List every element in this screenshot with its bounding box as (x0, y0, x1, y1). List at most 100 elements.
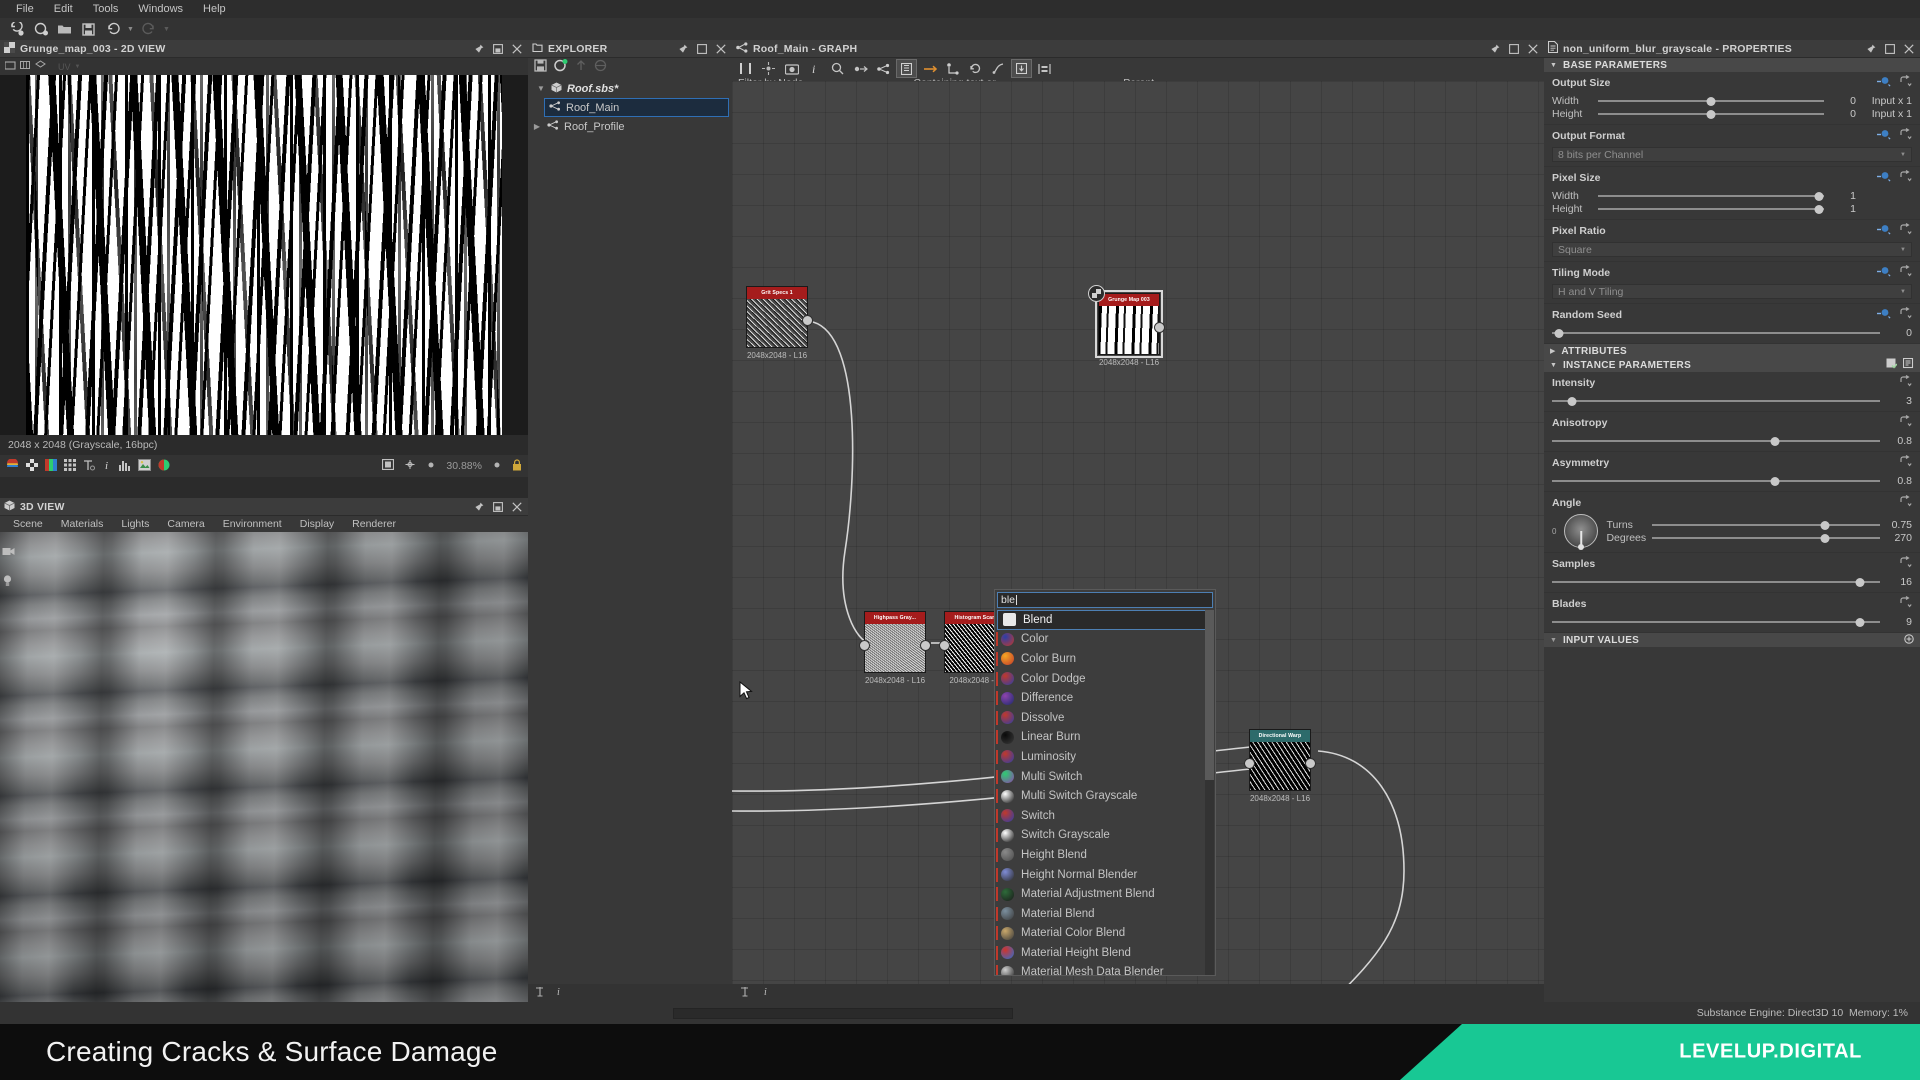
angle-dial[interactable] (1564, 514, 1598, 548)
node-input-port[interactable] (859, 640, 870, 651)
node-output-port[interactable] (920, 640, 931, 651)
frame-all-icon[interactable] (735, 59, 756, 78)
autocomplete-item[interactable]: Switch Grayscale (995, 826, 1215, 846)
fit-icon[interactable] (382, 459, 394, 473)
output-node-icon[interactable] (1011, 59, 1032, 78)
parameter-slider-row[interactable]: Turns0.75 (1606, 518, 1912, 531)
autocomplete-item[interactable]: Material Color Blend (995, 924, 1215, 944)
slider-knob[interactable] (1707, 110, 1716, 119)
directional-warp-node[interactable]: Directional Warp2048x2048 - L16 (1249, 729, 1311, 803)
2d-channel-caret-icon[interactable]: ▼ (75, 64, 81, 70)
parameter-slider-row[interactable]: 9 (1552, 615, 1912, 628)
autocomplete-item-selected[interactable]: Blend (997, 610, 1213, 630)
align-icon[interactable] (1034, 59, 1055, 78)
parameter-value[interactable]: 1 (1830, 190, 1856, 202)
info-icon[interactable]: i (804, 59, 825, 78)
redo-dropdown-caret-icon[interactable]: ▼ (162, 20, 171, 39)
curve-icon[interactable] (988, 59, 1009, 78)
2d-nav-icon[interactable] (5, 60, 16, 73)
parameter-combo[interactable]: 8 bits per Channel▼ (1552, 147, 1912, 162)
text-overlay-icon[interactable] (83, 459, 95, 474)
parameter-value[interactable]: 270 (1886, 532, 1912, 544)
library-icon[interactable] (896, 59, 917, 78)
reset-parameter-icon[interactable] (1899, 75, 1912, 91)
reset-parameter-icon[interactable] (1899, 415, 1912, 431)
node-graph-icon[interactable] (873, 59, 894, 78)
node-body[interactable]: Highpass Gray... (864, 611, 926, 673)
node-search-input[interactable]: ble (997, 592, 1213, 608)
split-channel-icon[interactable] (158, 459, 170, 474)
parameter-value[interactable]: 0.8 (1886, 435, 1912, 447)
autocomplete-item[interactable]: Color (995, 630, 1215, 650)
tiling-grid-icon[interactable] (64, 459, 76, 474)
slider-track[interactable] (1652, 519, 1880, 530)
expose-parameter-icon[interactable] (1877, 307, 1892, 323)
slider-track[interactable] (1552, 475, 1880, 486)
reset-parameter-icon[interactable] (1899, 455, 1912, 471)
slider-knob[interactable] (1821, 534, 1830, 543)
3d-menu-scene[interactable]: Scene (4, 518, 52, 530)
parameter-slider-row[interactable]: 3 (1552, 394, 1912, 407)
info-icon[interactable]: i (555, 986, 563, 1000)
autocomplete-item[interactable]: Dissolve (995, 708, 1215, 728)
slider-knob[interactable] (1856, 578, 1865, 587)
expose-parameter-icon[interactable] (1877, 170, 1892, 186)
slider-track[interactable] (1552, 395, 1880, 406)
parameter-value[interactable]: 9 (1886, 616, 1912, 628)
reset-parameter-icon[interactable] (1899, 170, 1912, 186)
autocomplete-item[interactable]: Linear Burn (995, 728, 1215, 748)
parameter-value[interactable]: 0 (1886, 327, 1912, 339)
refresh-icon[interactable] (965, 59, 986, 78)
autocomplete-item[interactable]: Material Blend (995, 904, 1215, 924)
reset-parameter-icon[interactable] (1899, 128, 1912, 144)
3d-menu-materials[interactable]: Materials (52, 518, 113, 530)
close-icon[interactable] (510, 500, 524, 514)
save-package-icon[interactable] (534, 59, 547, 75)
parameter-slider-row[interactable]: 0 (1552, 326, 1912, 339)
slider-track[interactable] (1598, 108, 1824, 119)
autocomplete-item[interactable]: Switch (995, 806, 1215, 826)
parameter-slider-row[interactable]: Degrees270 (1606, 531, 1912, 544)
parameter-slider-row[interactable]: 0.8 (1552, 474, 1912, 487)
slider-knob[interactable] (1821, 521, 1830, 530)
tree-item[interactable]: ▼Roof.sbs* (528, 79, 732, 98)
node-search-results[interactable]: BlendColorColor BurnColor DodgeDifferenc… (995, 610, 1215, 975)
maximize-icon[interactable] (1507, 42, 1521, 56)
open-folder-icon[interactable] (54, 20, 75, 39)
anchor-icon[interactable] (535, 986, 545, 1000)
autocomplete-item[interactable]: Material Mesh Data Blender (995, 963, 1215, 975)
reset-zoom-icon[interactable] (426, 460, 436, 473)
expose-parameter-icon[interactable] (1877, 265, 1892, 281)
autocomplete-item[interactable]: Color Burn (995, 649, 1215, 669)
node-preview-badge-icon[interactable] (1088, 285, 1105, 302)
reset-parameter-icon[interactable] (1899, 375, 1912, 391)
reset-parameter-icon[interactable] (1899, 596, 1912, 612)
angle-handle[interactable] (1578, 544, 1584, 550)
scrollbar-thumb[interactable] (1205, 610, 1214, 780)
menu-item-tools[interactable]: Tools (83, 0, 129, 18)
3d-view-canvas[interactable] (0, 532, 528, 1002)
link-icon[interactable] (594, 59, 607, 75)
autocomplete-item[interactable]: Difference (995, 688, 1215, 708)
link-icon[interactable] (919, 59, 940, 78)
slider-knob[interactable] (1567, 397, 1576, 406)
preset-save-icon[interactable] (1886, 358, 1897, 372)
parameter-combo[interactable]: H and V Tiling▼ (1552, 284, 1912, 299)
image-icon[interactable] (138, 459, 151, 474)
info-icon[interactable]: i (102, 459, 112, 474)
parameter-combo[interactable]: Square▼ (1552, 242, 1912, 257)
3d-menu-renderer[interactable]: Renderer (343, 518, 405, 530)
search-icon[interactable] (827, 59, 848, 78)
autocomplete-item[interactable]: Height Normal Blender (995, 865, 1215, 885)
preset-load-icon[interactable] (1903, 358, 1914, 372)
grit-specs-node[interactable]: Grit Specs 12048x2048 - L16 (746, 286, 808, 360)
node-input-port[interactable] (939, 640, 950, 651)
autocomplete-item[interactable]: Color Dodge (995, 669, 1215, 689)
slider-track[interactable] (1598, 190, 1824, 201)
2d-layers-icon[interactable] (35, 60, 46, 73)
parameter-slider-row[interactable]: 0.8 (1552, 434, 1912, 447)
expose-parameter-icon[interactable] (1877, 128, 1892, 144)
alpha-checker-icon[interactable] (26, 459, 38, 474)
lock-icon[interactable] (512, 459, 522, 474)
maximize-icon[interactable] (491, 500, 505, 514)
